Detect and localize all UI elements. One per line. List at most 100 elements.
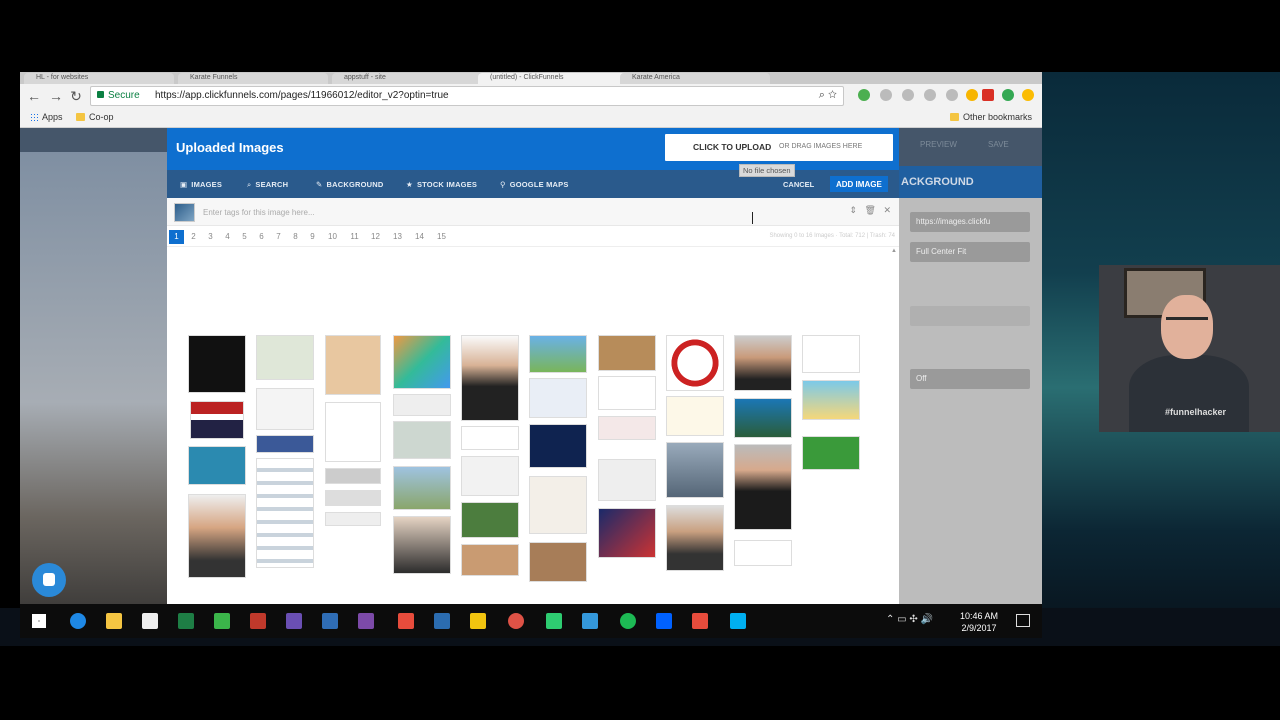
extension-icon[interactable] (924, 89, 936, 101)
page-5[interactable]: 5 (237, 230, 252, 244)
page-6[interactable]: 6 (254, 230, 269, 244)
tab-stock-images[interactable]: ★ STOCK IMAGES (406, 180, 477, 189)
image-tile[interactable] (461, 456, 519, 496)
excel-icon[interactable] (178, 613, 194, 629)
extension-icon[interactable] (902, 89, 914, 101)
image-tile[interactable] (529, 424, 587, 468)
preview-link[interactable]: PREVIEW (920, 140, 957, 149)
image-tile[interactable] (666, 396, 724, 436)
image-tile[interactable] (325, 512, 381, 526)
image-tile[interactable] (734, 540, 792, 566)
fit-select[interactable]: Full Center Fit (910, 242, 1030, 262)
image-tile[interactable] (598, 508, 656, 558)
forward-icon[interactable]: → (48, 88, 64, 104)
extension-icon[interactable] (858, 89, 870, 101)
system-tray[interactable]: ⌃ ▭ ✣ 🔊 (886, 614, 933, 625)
stepper-icon[interactable]: ⇕ (849, 205, 857, 215)
image-tile[interactable] (461, 426, 519, 450)
zoom-icon[interactable]: ⌕ ☆ (819, 89, 837, 102)
store-icon[interactable] (142, 613, 158, 629)
spotify-icon[interactable] (620, 613, 636, 629)
image-tile[interactable] (256, 435, 314, 453)
image-tile[interactable] (325, 402, 381, 462)
image-tile[interactable] (598, 459, 656, 501)
image-tile[interactable] (461, 502, 519, 538)
app-icon[interactable] (398, 613, 414, 629)
taskbar-clock[interactable]: 10:46 AM 2/9/2017 (960, 610, 998, 634)
image-tile[interactable] (666, 442, 724, 498)
image-tile[interactable] (325, 490, 381, 506)
image-tile[interactable] (393, 466, 451, 510)
bookmark-other[interactable]: Other bookmarks (950, 112, 1032, 122)
page-11[interactable]: 11 (347, 230, 362, 244)
page-2[interactable]: 2 (186, 230, 201, 244)
back-icon[interactable]: ← (26, 88, 42, 104)
close-icon[interactable]: ✕ (883, 205, 891, 215)
trash-icon[interactable]: 🗑 (865, 205, 876, 215)
upload-dropzone[interactable]: CLICK TO UPLOAD OR DRAG IMAGES HERE (665, 134, 893, 161)
image-tile[interactable] (598, 416, 656, 440)
image-tile[interactable] (325, 468, 381, 484)
image-tile[interactable] (393, 421, 451, 459)
app-icon[interactable] (434, 613, 450, 629)
browser-tab[interactable]: HL - for websites (24, 73, 174, 84)
image-tile[interactable] (666, 335, 724, 391)
windows-start-icon[interactable] (32, 614, 46, 628)
page-4[interactable]: 4 (220, 230, 235, 244)
image-tile[interactable] (802, 380, 860, 420)
page-7[interactable]: 7 (271, 230, 286, 244)
page-13[interactable]: 13 (390, 230, 405, 244)
bookmark-apps[interactable]: Apps (30, 112, 63, 122)
camtasia-icon[interactable] (546, 613, 562, 629)
image-tile[interactable] (598, 376, 656, 410)
app-icon[interactable] (358, 613, 374, 629)
onenote-icon[interactable] (286, 613, 302, 629)
chat-icon[interactable] (32, 563, 66, 597)
page-1[interactable]: 1 (169, 230, 184, 244)
image-tile[interactable] (393, 335, 451, 389)
bookmark-coop[interactable]: Co-op (76, 112, 114, 122)
image-tile[interactable] (529, 542, 587, 582)
image-tile[interactable] (393, 394, 451, 416)
page-12[interactable]: 12 (368, 230, 383, 244)
image-tile[interactable] (188, 335, 246, 393)
page-3[interactable]: 3 (203, 230, 218, 244)
notifications-icon[interactable] (1016, 614, 1030, 627)
browser-tab[interactable]: Karate Funnels (178, 73, 328, 84)
save-link[interactable]: SAVE (988, 140, 1009, 149)
empty-field[interactable] (910, 306, 1030, 326)
word-icon[interactable] (322, 613, 338, 629)
image-tile[interactable] (256, 458, 314, 568)
reload-icon[interactable]: ↻ (68, 88, 84, 104)
image-tile[interactable] (529, 476, 587, 534)
off-select[interactable]: Off (910, 369, 1030, 389)
image-tile[interactable] (190, 401, 244, 439)
image-tile[interactable] (529, 335, 587, 373)
address-bar[interactable]: Secure https://app.clickfunnels.com/page… (90, 86, 844, 106)
extension-icon[interactable] (982, 89, 994, 101)
image-tile[interactable] (802, 436, 860, 470)
extension-icon[interactable] (880, 89, 892, 101)
image-tile[interactable] (188, 494, 246, 578)
app-icon[interactable] (470, 613, 486, 629)
image-tile[interactable] (325, 335, 381, 395)
image-tile[interactable] (393, 516, 451, 574)
page-9[interactable]: 9 (305, 230, 320, 244)
image-tile[interactable] (802, 335, 860, 373)
app-icon[interactable] (692, 613, 708, 629)
extension-icon[interactable] (966, 89, 978, 101)
extension-icon[interactable] (1022, 89, 1034, 101)
dropbox-icon[interactable] (656, 613, 672, 629)
extension-icon[interactable] (946, 89, 958, 101)
tag-input[interactable]: Enter tags for this image here... (203, 208, 315, 217)
image-tile[interactable] (256, 388, 314, 430)
image-tile[interactable] (461, 544, 519, 576)
shield-icon[interactable] (582, 613, 598, 629)
skype-icon[interactable] (730, 613, 746, 629)
scrollbar[interactable]: ▲ (891, 248, 897, 254)
image-tile[interactable] (598, 335, 656, 371)
tab-background[interactable]: ✎ BACKGROUND (316, 180, 383, 189)
image-tile[interactable] (734, 444, 792, 530)
image-tile[interactable] (734, 398, 792, 438)
browser-tab-active[interactable]: (untitled) - ClickFunnels (478, 73, 628, 84)
